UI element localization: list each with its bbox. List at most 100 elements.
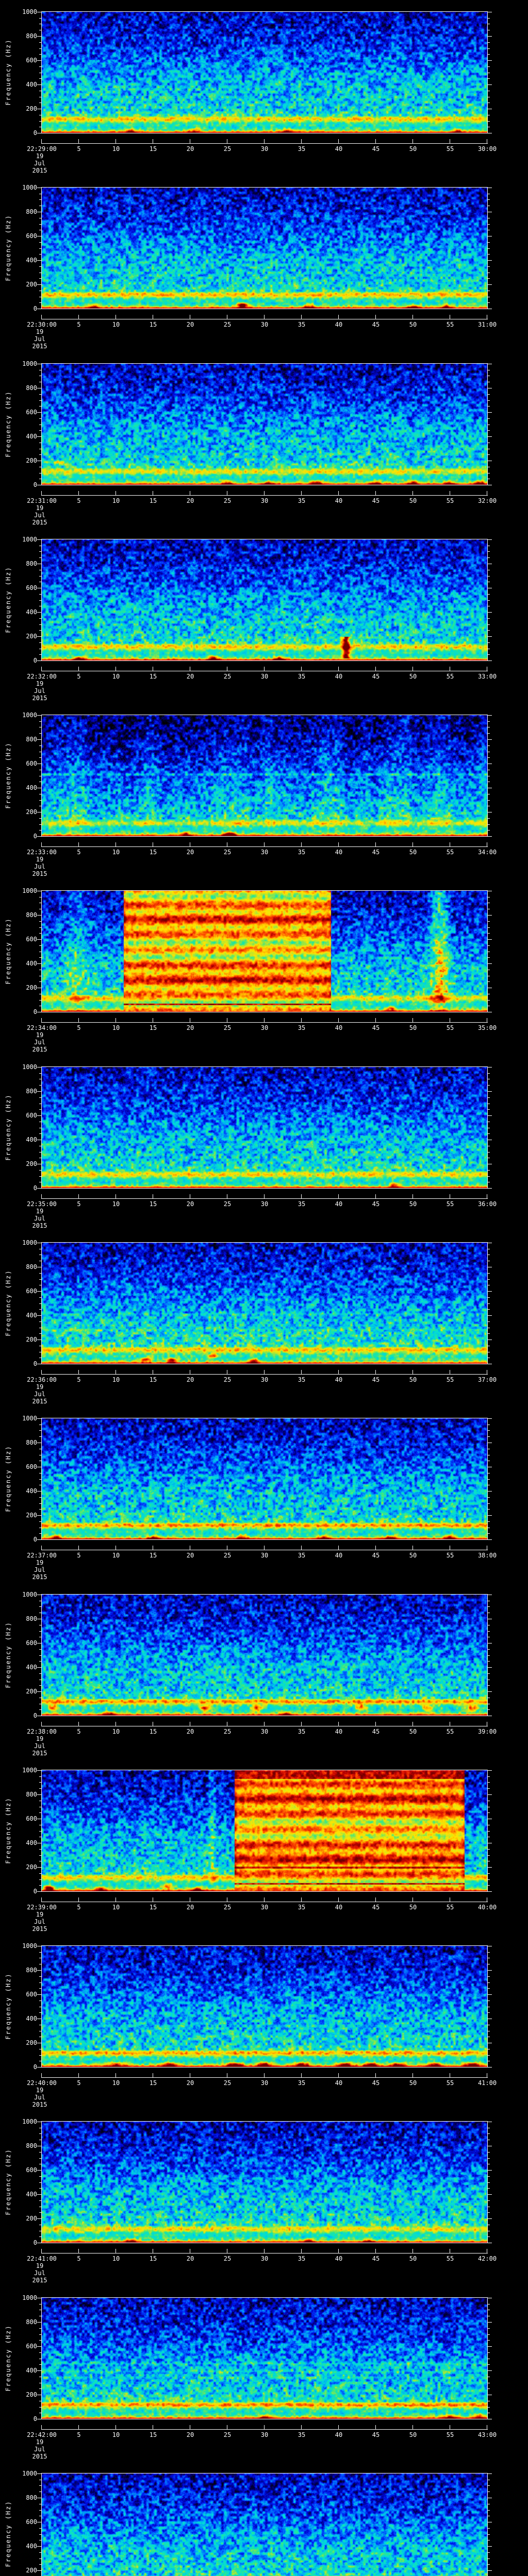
x-axis-date-line: 19 [36,1383,44,1391]
tick-mark [488,1097,490,1098]
tick-mark [488,576,490,577]
tick-mark [488,1333,490,1334]
tick-mark [37,1491,41,1492]
tick-mark [488,248,490,249]
x-tick-label: 35 [298,1728,306,1735]
plot-area [41,2473,488,2576]
tick-mark [301,842,302,846]
x-tick-label: 40 [335,1024,343,1031]
x-tick-label: 55 [446,2431,454,2438]
tick-mark [488,2340,490,2341]
y-tick-label: 600 [26,2166,37,2174]
tick-mark [37,36,41,37]
tick-mark [412,491,413,495]
x-axis-line [41,1198,488,1199]
spectrogram-canvas [42,12,487,133]
tick-mark [41,1194,42,1198]
tick-mark [264,1897,265,1902]
tick-mark [375,1018,376,1022]
tick-mark [488,1000,490,1001]
x-tick-label: 10 [112,1376,120,1383]
tick-mark [78,667,79,671]
y-tick-label: 400 [26,1136,37,1143]
tick-mark [488,1509,490,1510]
tick-mark [264,2249,265,2253]
spectrogram-panel: Frequency (Hz) 0 200 400 600 800 1000 5 10 15 20… [0,1591,528,1770]
tick-mark [488,921,490,922]
tick-mark [488,2473,492,2474]
y-tick-label: 1000 [22,1942,37,1950]
tick-mark [488,757,490,758]
tick-mark [264,2073,265,2077]
y-tick-label: 1000 [22,8,37,15]
tick-mark [488,2194,492,2195]
y-tick-label: 200 [26,984,37,991]
tick-mark [488,1309,490,1310]
x-tick-label: 10 [112,1552,120,1559]
x-axis-date-line: 19 [36,680,44,687]
x-tick-label: 10 [112,145,120,152]
y-tick-label: 600 [26,2518,37,2526]
tick-mark [78,2425,79,2429]
y-tick-label: 200 [26,808,37,816]
y-tick-label: 600 [26,1815,37,1822]
tick-mark [488,1152,490,1153]
tick-mark [488,1315,492,1316]
tick-mark [41,1897,42,1902]
x-tick-label: 30 [260,1200,269,1208]
x-tick-label: 45 [372,497,380,504]
tick-mark [37,436,41,437]
x-axis-date-line: 19 [36,152,44,160]
x-tick-label: 15 [149,1200,157,1208]
tick-mark [301,1722,302,1726]
x-tick-label: 15 [149,2079,157,2087]
tick-mark [78,2249,79,2253]
tick-mark [37,612,41,613]
y-tick-label: 400 [26,433,37,440]
tick-mark [488,36,492,37]
tick-mark [78,1194,79,1198]
y-tick-label: 600 [26,409,37,416]
y-axis-title: Frequency (Hz) [5,39,12,106]
x-tick-label: 20 [186,145,194,152]
x-tick-label: 40 [335,1552,343,1559]
tick-mark [488,1491,492,1492]
x-tick-label: 30 [260,1728,269,1735]
y-tick-label: 800 [26,1615,37,1622]
tick-mark [338,1722,339,1726]
tick-mark [264,667,265,671]
spectrogram-canvas [42,2122,487,2243]
tick-mark [488,636,492,637]
tick-mark [488,557,490,558]
y-axis-title: Frequency (Hz) [5,566,12,633]
x-tick-label: 55 [446,2255,454,2262]
x-tick-label: 45 [372,145,380,152]
tick-mark [488,2407,490,2408]
x-tick-label: 45 [372,2079,380,2087]
x-tick-label: 25 [223,1904,232,1911]
y-tick-label: 400 [26,960,37,967]
y-tick-label: 200 [26,2215,37,2222]
tick-mark [488,830,490,831]
x-axis-date-line: Jul [34,160,45,167]
y-tick-label: 0 [33,1888,37,1895]
x-axis-date-line: 2015 [32,1750,47,1757]
x-axis-date-line: 19 [36,2087,44,2094]
tick-mark [264,1194,265,1198]
tick-mark [37,60,41,61]
tick-mark [488,2188,490,2189]
x-tick-label: 25 [223,1024,232,1031]
y-tick-label: 800 [26,2318,37,2326]
x-tick-label: 5 [77,1024,81,1031]
tick-mark [78,1897,79,1902]
x-tick-label: 50 [409,1728,417,1735]
y-tick-label: 400 [26,2543,37,2550]
tick-mark [301,315,302,319]
spectrogram-stack: Frequency (Hz) 0 200 400 600 800 1000 5 10 15 20… [0,0,528,2576]
y-tick-label: 1000 [22,536,37,543]
x-axis-end-time: 38:00 [477,1552,497,1559]
tick-mark [488,594,490,595]
tick-mark [37,1970,41,1971]
tick-mark [41,315,42,319]
tick-mark [412,842,413,846]
